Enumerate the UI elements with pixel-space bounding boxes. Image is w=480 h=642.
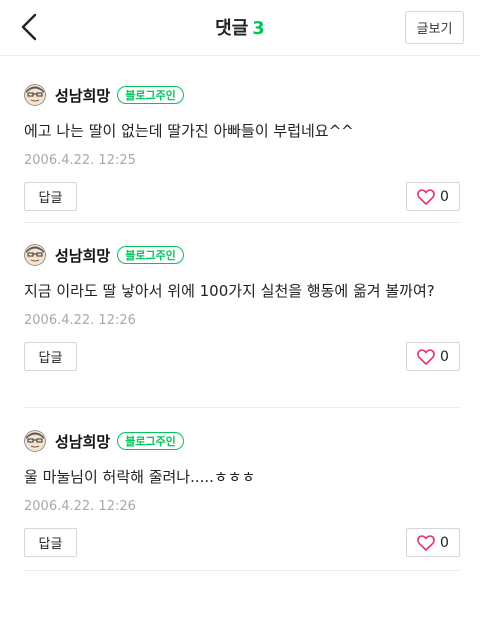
comment-text: 지금 이라도 딸 낳아서 위에 100가지 실천을 행동에 옮겨 볼까여? xyxy=(24,282,435,300)
comment-actions: 답글 0 xyxy=(24,342,460,371)
avatar[interactable] xyxy=(24,430,46,452)
heart-icon xyxy=(417,188,435,205)
comment-item: 성남희망 블로그주인 에고 나는 딸이 없는데 딸가진 아빠들이 부럽네요^^ … xyxy=(24,82,460,223)
blog-owner-badge: 블로그주인 xyxy=(117,246,184,264)
like-count: 0 xyxy=(440,348,449,365)
comment-date: 2006.4.22. 12:26 xyxy=(24,313,136,328)
comment-actions: 답글 0 xyxy=(24,182,460,211)
heart-icon xyxy=(417,534,435,551)
reply-button[interactable]: 답글 xyxy=(24,342,77,371)
comment-date: 2006.4.22. 12:26 xyxy=(24,499,136,514)
like-button[interactable]: 0 xyxy=(406,528,460,557)
avatar[interactable] xyxy=(24,84,46,106)
page-title-label: 댓글 xyxy=(215,18,249,39)
blog-owner-badge: 블로그주인 xyxy=(117,86,184,104)
avatar[interactable] xyxy=(24,244,46,266)
like-button[interactable]: 0 xyxy=(406,342,460,371)
blog-owner-badge: 블로그주인 xyxy=(117,432,184,450)
avatar-icon xyxy=(24,430,46,452)
like-count: 0 xyxy=(440,534,449,551)
view-post-button[interactable]: 글보기 xyxy=(405,11,464,44)
comment-header: 성남희망 블로그주인 xyxy=(24,242,460,268)
comment-count: 3 xyxy=(252,18,265,39)
header: 댓글 3 글보기 xyxy=(0,0,480,56)
author-nickname[interactable]: 성남희망 xyxy=(55,85,110,106)
author-nickname[interactable]: 성남희망 xyxy=(55,431,110,452)
comment-item: 성남희망 블로그주인 지금 이라도 딸 낳아서 위에 100가지 실천을 행동에… xyxy=(24,242,460,408)
reply-button[interactable]: 답글 xyxy=(24,182,77,211)
author-nickname[interactable]: 성남희망 xyxy=(55,245,110,266)
like-button[interactable]: 0 xyxy=(406,182,460,211)
reply-button[interactable]: 답글 xyxy=(24,528,77,557)
comment-header: 성남희망 블로그주인 xyxy=(24,428,460,454)
avatar-icon xyxy=(24,244,46,266)
comment-text: 에고 나는 딸이 없는데 딸가진 아빠들이 부럽네요^^ xyxy=(24,122,354,140)
comment-item: 성남희망 블로그주인 울 마눌님이 허락해 줄려나.....ㅎㅎㅎ 2006.4… xyxy=(24,428,460,571)
heart-icon xyxy=(417,348,435,365)
comment-header: 성남희망 블로그주인 xyxy=(24,82,460,108)
like-count: 0 xyxy=(440,188,449,205)
comment-text: 울 마눌님이 허락해 줄려나.....ㅎㅎㅎ xyxy=(24,468,256,486)
comment-actions: 답글 0 xyxy=(24,528,460,557)
comment-date: 2006.4.22. 12:25 xyxy=(24,153,136,168)
avatar-icon xyxy=(24,84,46,106)
